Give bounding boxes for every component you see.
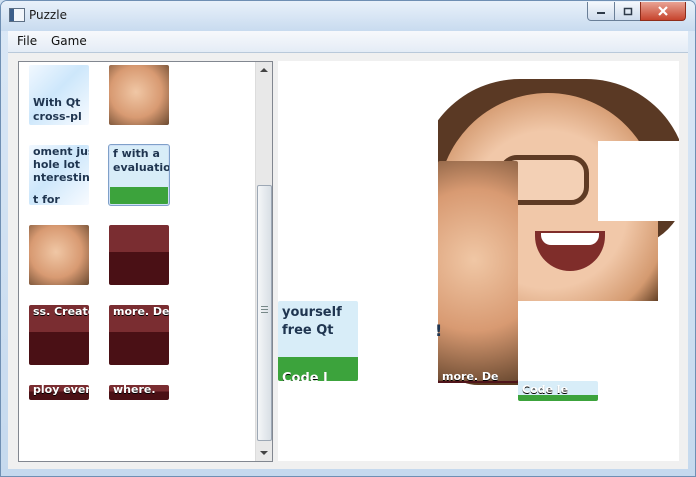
puzzle-board[interactable]: yourself free Qt Code l more. De Code le…: [278, 61, 679, 461]
maximize-icon: [623, 7, 632, 15]
title-bar: Puzzle: [1, 1, 695, 31]
board-text-more: more. De: [442, 370, 499, 381]
board-text-code-le: Code le: [522, 383, 569, 396]
menu-game[interactable]: Game: [48, 34, 90, 48]
board-text-yourself: yourself: [282, 305, 342, 320]
pieces-list[interactable]: With Qt cross-pl oment just hole lot nte…: [18, 61, 273, 462]
piece-5[interactable]: [29, 225, 89, 285]
piece-1-text-1: With Qt: [33, 96, 81, 109]
minimize-button[interactable]: [587, 2, 615, 21]
piece-7-text: ss. Create: [33, 305, 89, 318]
piece-4[interactable]: f with a evaluation!: [108, 144, 170, 206]
piece-10[interactable]: where.: [109, 385, 169, 400]
app-icon: [9, 8, 25, 22]
piece-3-text-4: t for: [33, 193, 60, 205]
close-button[interactable]: [640, 2, 686, 21]
piece-3[interactable]: oment just hole lot nteresting. t for: [29, 145, 89, 205]
minimize-icon: [597, 12, 605, 14]
piece-4-text-1: f with a: [113, 147, 160, 160]
scroll-down-icon[interactable]: [260, 451, 268, 455]
empty-slot[interactable]: [598, 141, 679, 221]
teeth: [541, 233, 599, 245]
piece-1-text-2: cross-pl: [33, 110, 82, 123]
piece-3-text-3: nteresting.: [33, 171, 89, 184]
scroll-thumb[interactable]: [257, 185, 272, 441]
piece-3-text-1: oment just: [33, 145, 89, 158]
board-exclamation: !: [435, 321, 443, 340]
piece-8[interactable]: more. De: [109, 305, 169, 365]
close-icon: [658, 6, 668, 16]
board-piece-face[interactable]: more. De: [438, 161, 518, 381]
scroll-up-icon[interactable]: [260, 68, 268, 72]
piece-3-text-2: hole lot: [33, 158, 81, 171]
pieces-scrollbar[interactable]: [255, 62, 272, 461]
empty-slot[interactable]: [278, 61, 438, 301]
menu-bar: File Game: [8, 31, 688, 53]
board-text-free-qt: free Qt: [282, 323, 334, 338]
board-text-code-l: Code l: [282, 371, 328, 381]
piece-10-text: where.: [113, 385, 156, 396]
piece-9-text: ploy every: [33, 385, 89, 396]
empty-slot[interactable]: [358, 301, 438, 381]
board-piece-yourself[interactable]: yourself free Qt Code l: [278, 301, 358, 381]
empty-slot[interactable]: [518, 301, 679, 392]
piece-6[interactable]: [109, 225, 169, 285]
piece-4-text-2: evaluation!: [113, 161, 169, 174]
piece-1[interactable]: With Qt cross-pl: [29, 65, 89, 125]
piece-9[interactable]: ploy every: [29, 385, 89, 400]
puzzle-window: Puzzle File Game With Qt cross-pl oment …: [0, 0, 696, 477]
window-title: Puzzle: [29, 8, 67, 22]
client-area: With Qt cross-pl oment just hole lot nte…: [8, 53, 688, 469]
piece-2[interactable]: [109, 65, 169, 125]
scroll-grip-icon: [261, 306, 268, 314]
piece-7[interactable]: ss. Create: [29, 305, 89, 365]
maximize-button[interactable]: [614, 2, 641, 21]
piece-8-text: more. De: [113, 305, 169, 318]
board-piece-code-le[interactable]: Code le: [518, 381, 598, 401]
menu-file[interactable]: File: [14, 34, 40, 48]
